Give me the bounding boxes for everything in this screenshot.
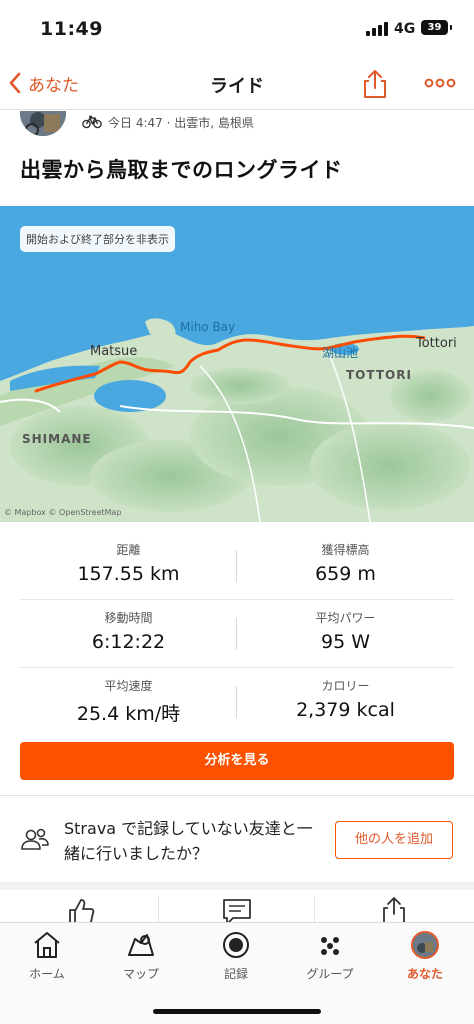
analyze-button[interactable]: 分析を見る (20, 742, 454, 780)
stats-grid: 距離 157.55 km 獲得標高 659 m 移動時間 6:12:22 平均パ… (20, 532, 454, 736)
stat-value: 6:12:22 (91, 631, 166, 653)
battery-icon: 39 (421, 20, 448, 35)
tab-home[interactable]: ホーム (0, 931, 94, 983)
friends-prompt: Strava で記録していない友達と一緒に行いましたか？ (64, 819, 313, 863)
section-divider (0, 882, 474, 890)
nav-bar: あなた ライド (0, 56, 474, 110)
avatar-icon (411, 931, 439, 959)
record-icon (223, 932, 249, 958)
home-indicator (153, 1009, 321, 1014)
home-icon (34, 932, 60, 958)
stat-value: 157.55 km (77, 563, 180, 585)
map-attribution: © Mapbox © OpenStreetMap (4, 508, 122, 517)
tab-label: 記録 (223, 967, 248, 981)
stat-value: 25.4 km/時 (76, 703, 181, 725)
map-label-lake: 湖山池 (322, 346, 359, 360)
stat-label: カロリー (321, 679, 370, 693)
like-icon (69, 899, 95, 924)
map-label-tottori: Tottori (416, 336, 457, 351)
share-icon (383, 897, 405, 924)
hide-endpoints-toggle[interactable]: 開始および終了部分を非表示 (20, 226, 175, 252)
tab-label: ホーム (29, 967, 65, 981)
map-label-matsue: Matsue (90, 344, 138, 359)
stat-label: 平均パワー (315, 611, 376, 625)
add-others-button[interactable]: 他の人を追加 (335, 821, 453, 859)
page-title: ライド (210, 76, 264, 97)
map-label-miho-bay: Miho Bay (180, 320, 236, 334)
activity-meta: 今日 4:47 · 出雲市, 島根県 (82, 112, 254, 132)
tab-label: グループ (306, 967, 354, 981)
status-time: 11:49 (40, 18, 103, 40)
battery-level: 39 (427, 22, 442, 33)
stats-row: 平均速度 25.4 km/時 カロリー 2,379 kcal (20, 668, 454, 736)
friends-icon (21, 828, 49, 850)
signal-icon (366, 22, 388, 36)
tab-you[interactable]: あなた (378, 931, 472, 983)
activity-title: 出雲から鳥取までのロングライド (20, 158, 343, 182)
map-icon (128, 934, 154, 956)
stat-label: 移動時間 (104, 611, 153, 625)
share-button[interactable] (360, 68, 390, 100)
stat-distance: 距離 157.55 km (20, 532, 237, 600)
map-label-tottori-region: TOTTORI (346, 368, 412, 382)
tab-label: マップ (122, 967, 159, 981)
stat-label: 獲得標高 (321, 543, 370, 557)
stat-avg-power: 平均パワー 95 W (237, 600, 454, 668)
more-button[interactable] (423, 70, 457, 96)
map-canvas (0, 318, 474, 522)
map-label-shimane-region: SHIMANE (22, 432, 92, 446)
activity-meta-text: 今日 4:47 · 出雲市, 島根県 (108, 115, 254, 130)
stats-row: 距離 157.55 km 獲得標高 659 m (20, 532, 454, 600)
route-map[interactable]: 開始および終了部分を非表示 Miho Bay Matsue Tottori 湖山… (0, 206, 474, 522)
stat-value: 95 W (320, 631, 370, 653)
stat-calories: カロリー 2,379 kcal (237, 668, 454, 736)
stat-avg-speed: 平均速度 25.4 km/時 (20, 668, 237, 736)
action-separator (314, 896, 315, 924)
stat-value: 659 m (315, 563, 376, 585)
tab-bar: ホーム マップ 記録 グループ あなた (0, 922, 474, 1024)
status-bar: 11:49 4G 39 (0, 0, 474, 56)
battery-tip (450, 25, 452, 30)
stat-label: 平均速度 (104, 679, 153, 693)
tab-groups[interactable]: グループ (283, 931, 377, 983)
bike-icon (82, 115, 102, 129)
comment-icon (223, 899, 251, 924)
network-label: 4G (394, 21, 416, 37)
actions-row (0, 890, 474, 924)
stats-row: 移動時間 6:12:22 平均パワー 95 W (20, 600, 454, 668)
section-divider (0, 795, 474, 796)
comment-button[interactable] (158, 896, 316, 924)
tab-label: あなた (406, 967, 443, 981)
stat-value: 2,379 kcal (296, 699, 395, 721)
stat-elevation: 獲得標高 659 m (237, 532, 454, 600)
tab-record[interactable]: 記録 (189, 931, 283, 983)
more-icon (424, 78, 456, 88)
tab-map[interactable]: マップ (94, 931, 188, 983)
groups-icon (321, 937, 339, 955)
share-icon (364, 70, 386, 98)
stat-label: 距離 (116, 543, 141, 557)
like-button[interactable] (0, 896, 158, 924)
stat-moving-time: 移動時間 6:12:22 (20, 600, 237, 668)
share-activity-button[interactable] (316, 896, 474, 924)
